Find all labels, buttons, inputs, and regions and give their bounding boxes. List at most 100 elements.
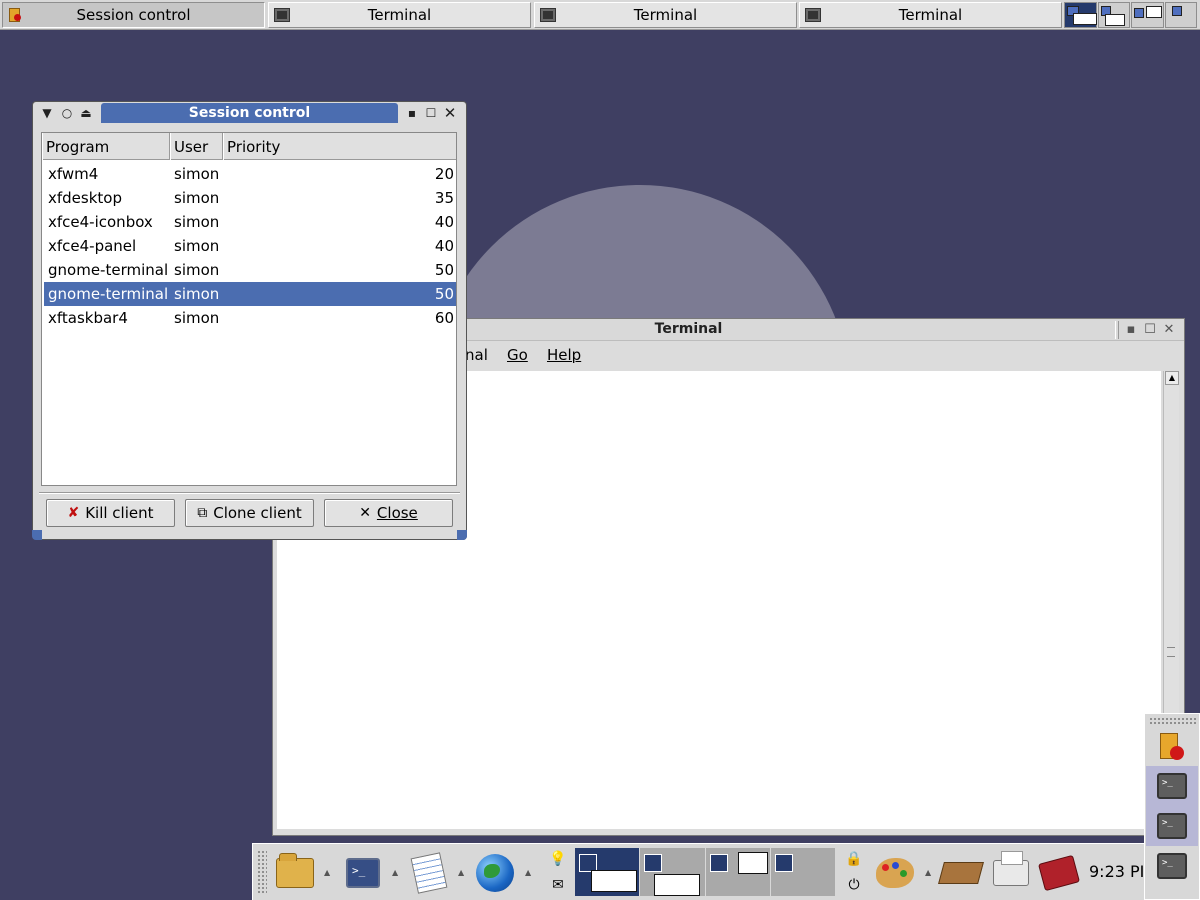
mail-icon[interactable]: ✉ xyxy=(549,876,567,894)
kill-icon: ✘ xyxy=(67,505,80,521)
terminal-launcher-icon[interactable]: >_ xyxy=(341,851,385,895)
workspace-3[interactable] xyxy=(1131,2,1164,28)
tray-icon[interactable] xyxy=(938,851,984,895)
cell-priority: 35 xyxy=(434,189,454,207)
menu-arrow-icon[interactable]: ▼ xyxy=(39,105,55,121)
hint-icon[interactable]: 💡 xyxy=(549,850,567,868)
column-priority[interactable]: Priority xyxy=(223,133,456,160)
pager-window xyxy=(654,874,701,896)
task-terminal-1[interactable]: Terminal xyxy=(268,2,531,28)
pager-window xyxy=(774,854,793,872)
launcher-arrow-icon[interactable]: ▲ xyxy=(458,868,464,877)
button-divider xyxy=(39,492,460,494)
folder-icon[interactable] xyxy=(273,851,317,895)
table-row[interactable]: xftaskbar4 simon 60 xyxy=(44,306,456,330)
close-icon[interactable]: ✕ xyxy=(442,105,458,121)
cell-user: simon xyxy=(174,189,220,207)
terminal-icon xyxy=(540,8,556,22)
window-title: Session control xyxy=(101,103,398,123)
top-taskbar: Session control Terminal Terminal Termin… xyxy=(0,0,1200,30)
panel-workspace-4[interactable] xyxy=(770,848,835,896)
maximize-icon[interactable]: ☐ xyxy=(1142,322,1158,338)
button-label: Close xyxy=(376,504,418,522)
session-control-window: ▼ ○ ⏏ Session control ▪ ☐ ✕ Program User… xyxy=(32,101,467,540)
minimize-icon[interactable]: ▪ xyxy=(404,105,420,121)
cell-program: xfce4-iconbox xyxy=(48,213,153,231)
printer-icon[interactable] xyxy=(989,851,1033,895)
cell-priority: 40 xyxy=(434,213,454,231)
launcher-arrow-icon[interactable]: ▲ xyxy=(525,868,531,877)
task-label: Terminal xyxy=(633,6,698,24)
lock-icon[interactable]: 🔒 xyxy=(845,850,863,868)
task-terminal-3[interactable]: Terminal xyxy=(799,2,1062,28)
list-header: Program User Priority xyxy=(42,133,456,160)
launcher-arrow-icon[interactable]: ▲ xyxy=(392,868,398,877)
launcher-arrow-icon[interactable]: ▲ xyxy=(324,868,330,877)
pager-window xyxy=(709,854,728,872)
session-icon xyxy=(1158,733,1186,763)
dock-session-control[interactable] xyxy=(1146,728,1198,768)
text-editor-icon[interactable] xyxy=(407,851,451,895)
session-titlebar[interactable]: ▼ ○ ⏏ Session control ▪ ☐ ✕ xyxy=(33,102,466,124)
title-separator xyxy=(1115,321,1119,339)
resize-corner-right[interactable] xyxy=(457,530,467,540)
dock-terminal-1[interactable]: >_ xyxy=(1146,766,1198,806)
table-row[interactable]: xfdesktop simon 35 xyxy=(44,186,456,210)
panel-grip[interactable] xyxy=(257,850,267,894)
power-icon[interactable]: ⏻ xyxy=(845,876,863,894)
cell-user: simon xyxy=(174,309,220,327)
menu-help[interactable]: Help xyxy=(547,346,581,364)
table-row[interactable]: xfce4-panel simon 40 xyxy=(44,234,456,258)
column-user[interactable]: User xyxy=(170,133,223,160)
menu-go[interactable]: Go xyxy=(507,346,528,364)
dock-terminal-2[interactable]: >_ xyxy=(1146,806,1198,846)
terminal-icon: >_ xyxy=(1157,773,1187,799)
maximize-icon[interactable]: ☐ xyxy=(423,105,439,121)
kill-client-button[interactable]: ✘ Kill client xyxy=(46,499,175,527)
clone-client-button[interactable]: ⧉ Clone client xyxy=(185,499,314,527)
workspace-2[interactable] xyxy=(1097,2,1130,28)
palette-icon[interactable] xyxy=(873,851,917,895)
clone-icon: ⧉ xyxy=(197,505,208,521)
panel-workspace-1[interactable] xyxy=(575,848,641,896)
task-session-control[interactable]: Session control xyxy=(2,2,265,28)
dock-grip[interactable] xyxy=(1149,717,1197,725)
scroll-up-icon[interactable]: ▲ xyxy=(1165,371,1179,385)
task-label: Session control xyxy=(76,6,191,24)
scrollbar-grip[interactable] xyxy=(1167,647,1175,657)
bottom-panel: ▲ >_ ▲ ▲ ▲ 💡 ✉ 🔒 ⏻ ▲ 9:23 PI xyxy=(252,843,1200,900)
pager-window xyxy=(737,852,768,874)
shade-icon[interactable]: ⏏ xyxy=(78,105,94,121)
clock[interactable]: 9:23 PI xyxy=(1089,862,1144,881)
dock-terminal-3[interactable]: >_ xyxy=(1146,846,1198,886)
table-row-selected[interactable]: gnome-terminal simon 50 xyxy=(44,282,456,306)
resize-corner-left[interactable] xyxy=(32,530,42,540)
cell-program: xfdesktop xyxy=(48,189,122,207)
workspace-4[interactable] xyxy=(1164,2,1197,28)
table-row[interactable]: xfce4-iconbox simon 40 xyxy=(44,210,456,234)
iconbox-dock: >_ >_ >_ xyxy=(1144,713,1200,900)
cell-priority: 20 xyxy=(434,165,454,183)
menu-terminal[interactable]: nal xyxy=(465,346,488,364)
cell-priority: 40 xyxy=(434,237,454,255)
cell-program: gnome-terminal xyxy=(48,261,169,279)
stick-icon[interactable]: ○ xyxy=(59,105,75,121)
close-icon[interactable]: ✕ xyxy=(1161,322,1177,338)
launcher-arrow-icon[interactable]: ▲ xyxy=(925,868,931,877)
web-browser-icon[interactable] xyxy=(473,851,517,895)
table-row[interactable]: xfwm4 simon 20 xyxy=(44,162,456,186)
close-button[interactable]: ✕ Close xyxy=(324,499,453,527)
minimize-icon[interactable]: ▪ xyxy=(1123,322,1139,338)
table-row[interactable]: gnome-terminal simon 50 xyxy=(44,258,456,282)
cell-user: simon xyxy=(174,285,220,303)
pager-window xyxy=(1171,6,1182,16)
task-terminal-2[interactable]: Terminal xyxy=(534,2,797,28)
book-icon[interactable] xyxy=(1037,851,1081,895)
cell-program: xftaskbar4 xyxy=(48,309,128,327)
panel-workspace-2[interactable] xyxy=(640,848,706,896)
cell-program: xfwm4 xyxy=(48,165,99,183)
workspace-1[interactable] xyxy=(1064,2,1097,28)
column-program[interactable]: Program xyxy=(42,133,170,160)
panel-workspace-3[interactable] xyxy=(705,848,771,896)
panel-pager xyxy=(575,848,835,896)
